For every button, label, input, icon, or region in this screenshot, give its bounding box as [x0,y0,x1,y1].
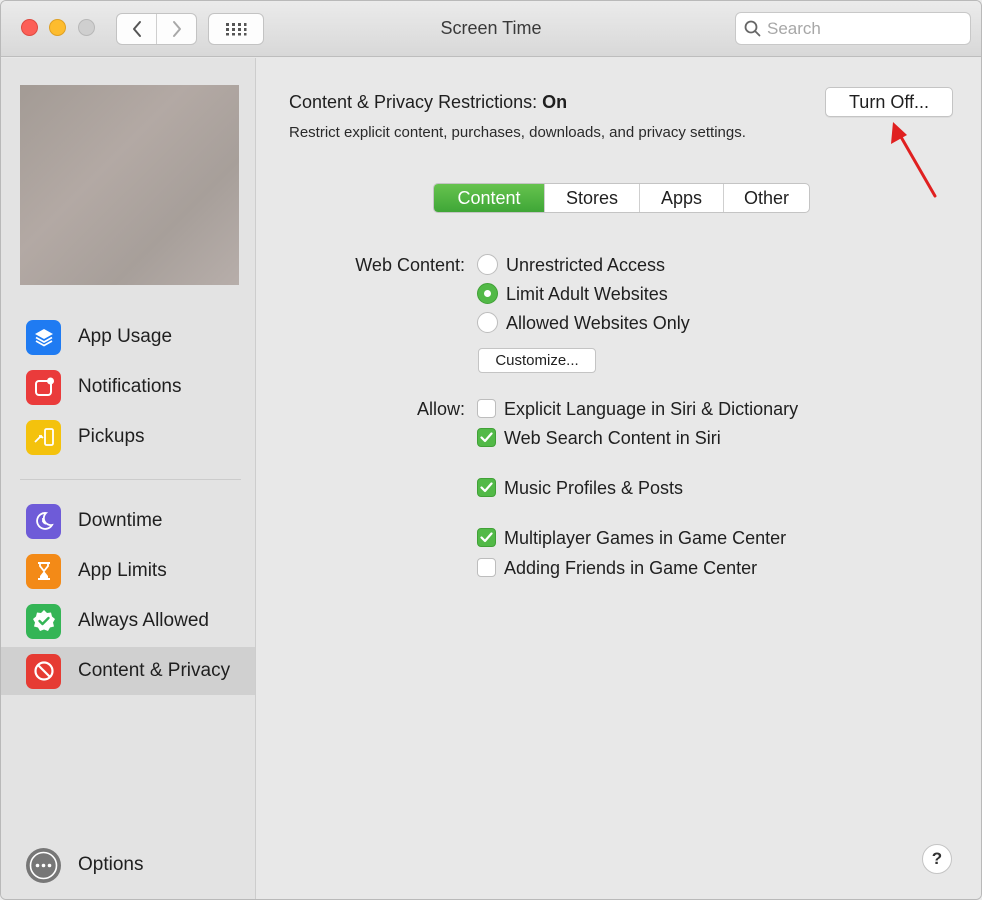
checkbox-multiplayer-games[interactable] [477,528,496,547]
restrictions-description: Restrict explicit content, purchases, do… [289,124,746,141]
chevron-right-icon [172,21,181,37]
radio-label: Limit Adult Websites [506,284,668,304]
sidebar-item-downtime[interactable]: Downtime [1,497,255,545]
back-button[interactable] [117,14,156,44]
sidebar-item-pickups[interactable]: Pickups [1,413,255,461]
sidebar-item-label: App Limits [78,560,167,581]
allow-label: Allow: [416,399,465,419]
notification-badge-icon [26,369,61,405]
tab-other[interactable]: Other [723,184,809,212]
checkmark-icon [480,532,493,543]
tab-stores[interactable]: Stores [544,184,639,212]
layers-icon [26,319,61,355]
sidebar-item-label: Notifications [78,376,182,397]
minimize-window-button[interactable] [49,19,66,36]
pickup-phone-icon [26,419,61,455]
forward-button[interactable] [156,14,196,44]
sidebar-item-label: Always Allowed [78,610,209,631]
checkmark-icon [480,482,493,493]
prohibit-icon [26,653,61,689]
checkmark-icon [480,432,493,443]
checkbox-web-search-siri[interactable] [477,428,496,447]
sidebar: App Usage Notifications Pickups Downtime [1,58,256,899]
web-content-label: Web Content: [355,255,465,275]
sidebar-item-label: Pickups [78,426,145,447]
turn-off-button[interactable]: Turn Off... [825,87,953,117]
hourglass-icon [26,553,61,589]
sidebar-divider [20,479,241,480]
annotation-arrow-icon [891,122,937,198]
radio-label: Allowed Websites Only [506,313,690,333]
sidebar-item-label: App Usage [78,326,173,347]
customize-button[interactable]: Customize... [478,348,596,373]
zoom-window-button[interactable] [78,19,95,36]
user-avatar[interactable] [20,85,239,285]
search-field[interactable] [735,12,971,45]
checkbox-label: Web Search Content in Siri [504,428,721,448]
checkbox-label: Music Profiles & Posts [504,478,684,498]
show-all-preferences-button[interactable] [208,13,264,45]
options-button[interactable]: Options [1,841,255,889]
grid-icon [226,23,247,36]
restrictions-heading: Content & Privacy Restrictions: On [289,92,567,113]
sidebar-item-app-usage[interactable]: App Usage [1,313,255,361]
radio-unrestricted-access[interactable] [477,254,498,275]
screen-time-window: Screen Time App Usage Notifications Pick… [0,0,982,900]
radio-limit-adult-websites[interactable] [477,283,498,304]
checkbox-label: Adding Friends in Game Center [504,558,758,578]
checkbox-explicit-language[interactable] [477,399,496,418]
tab-content[interactable]: Content [434,184,544,212]
sidebar-item-label: Downtime [78,510,163,531]
restrictions-label: Content & Privacy Restrictions: [289,92,538,112]
radio-allowed-websites-only[interactable] [477,312,498,333]
options-label: Options [78,854,144,875]
sidebar-item-app-limits[interactable]: App Limits [1,547,255,595]
search-input[interactable] [767,18,957,39]
chevron-left-icon [132,21,141,37]
content-privacy-panel: Content & Privacy Restrictions: On Restr… [257,58,981,899]
checkbox-label: Multiplayer Games in Game Center [504,528,787,548]
checkbox-label: Explicit Language in Siri & Dictionary [504,399,799,419]
radio-label: Unrestricted Access [506,255,666,275]
help-button[interactable]: ? [922,844,952,874]
title-bar: Screen Time [1,1,981,57]
close-window-button[interactable] [21,19,38,36]
checkbox-music-profiles[interactable] [477,478,496,497]
restrictions-status: On [542,92,568,112]
checkbox-adding-friends[interactable] [477,558,496,577]
moon-clock-icon [26,503,61,539]
check-badge-icon [26,603,61,639]
ellipsis-icon [26,847,61,883]
category-tabs: Content Stores Apps Other [433,183,810,213]
sidebar-item-notifications[interactable]: Notifications [1,363,255,411]
search-icon [744,20,761,37]
sidebar-item-label: Content & Privacy [78,660,231,681]
sidebar-item-always-allowed[interactable]: Always Allowed [1,597,255,645]
sidebar-item-content-privacy[interactable]: Content & Privacy [1,647,255,695]
tab-apps[interactable]: Apps [639,184,723,212]
navigation-buttons [116,13,197,45]
